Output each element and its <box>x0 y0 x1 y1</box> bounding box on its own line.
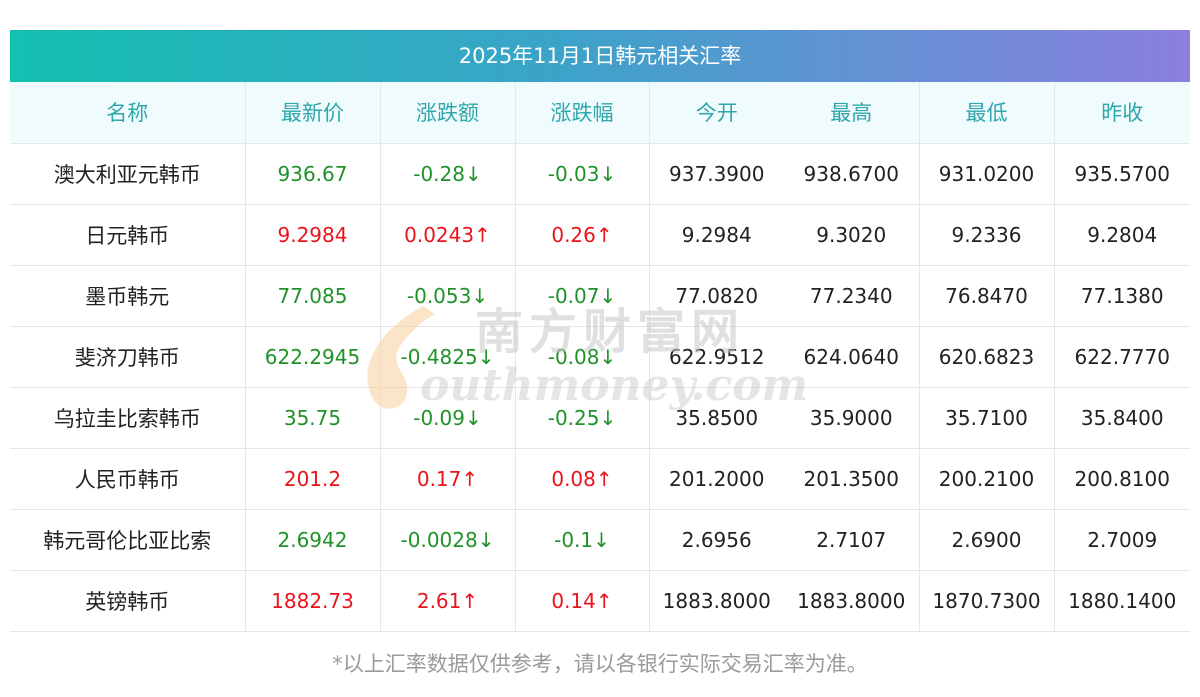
change-percent: 0.26↑ <box>515 204 650 266</box>
change-percent: -0.07↓ <box>515 265 650 327</box>
open-price: 201.2000 <box>649 448 784 510</box>
high-price: 35.9000 <box>784 387 920 449</box>
high-price: 77.2340 <box>784 265 920 327</box>
open-price: 1883.8000 <box>649 570 784 632</box>
currency-name: 人民币韩币 <box>10 448 246 510</box>
currency-name: 日元韩币 <box>10 204 246 266</box>
prev-close: 200.8100 <box>1054 448 1190 510</box>
currency-name: 乌拉圭比索韩币 <box>10 387 246 449</box>
prev-close: 35.8400 <box>1054 387 1190 449</box>
change-percent: -0.1↓ <box>515 509 650 571</box>
change-amount: -0.28↓ <box>380 143 516 205</box>
currency-name: 墨币韩元 <box>10 265 246 327</box>
high-price: 938.6700 <box>784 143 920 205</box>
change-amount: -0.4825↓ <box>380 326 516 388</box>
table-row: 日元韩币 9.2984 0.0243↑ 0.26↑ 9.2984 9.3020 9.2336… <box>10 204 1190 266</box>
prev-close: 77.1380 <box>1054 265 1190 327</box>
currency-name: 韩元哥伦比亚比索 <box>10 509 246 571</box>
table-body: 澳大利亚元韩币 936.67 -0.28↓ -0.03↓ 937.3900 938.670… <box>10 143 1190 632</box>
change-amount: -0.0028↓ <box>380 509 516 571</box>
low-price: 76.8470 <box>919 265 1055 327</box>
disclaimer-note: *以上汇率数据仅供参考，请以各银行实际交易汇率为准。 <box>332 652 868 676</box>
change-amount: -0.053↓ <box>380 265 516 327</box>
currency-name: 澳大利亚元韩币 <box>10 143 246 205</box>
change-amount: 0.0243↑ <box>380 204 516 266</box>
change-amount: 2.61↑ <box>380 570 516 632</box>
header-name: 名称 <box>10 82 246 144</box>
exchange-rate-table: 名称 最新价 涨跌额 涨跌幅 今开 最高 最低 昨收 澳大利亚元韩币 936.67… <box>10 82 1190 632</box>
change-percent: 0.08↑ <box>515 448 650 510</box>
table-row: 斐济刀韩币 622.2945 -0.4825↓ -0.08↓ 622.9512 624.0… <box>10 326 1190 388</box>
header-open: 今开 <box>649 82 784 144</box>
header-latest: 最新价 <box>245 82 381 144</box>
page-title: 2025年11月1日韩元相关汇率 <box>10 30 1190 82</box>
header-low: 最低 <box>919 82 1055 144</box>
prev-close: 9.2804 <box>1054 204 1190 266</box>
low-price: 2.6900 <box>919 509 1055 571</box>
table-row: 乌拉圭比索韩币 35.75 -0.09↓ -0.25↓ 35.8500 35.9000 35… <box>10 387 1190 449</box>
prev-close: 2.7009 <box>1054 509 1190 571</box>
low-price: 1870.7300 <box>919 570 1055 632</box>
table-row: 澳大利亚元韩币 936.67 -0.28↓ -0.03↓ 937.3900 938.670… <box>10 143 1190 205</box>
latest-price: 622.2945 <box>245 326 381 388</box>
low-price: 931.0200 <box>919 143 1055 205</box>
table-row: 英镑韩币 1882.73 2.61↑ 0.14↑ 1883.8000 1883.8000 1… <box>10 570 1190 632</box>
high-price: 2.7107 <box>784 509 920 571</box>
open-price: 35.8500 <box>649 387 784 449</box>
header-change: 涨跌额 <box>380 82 516 144</box>
header-prev-close: 昨收 <box>1054 82 1190 144</box>
latest-price: 1882.73 <box>245 570 381 632</box>
change-percent: -0.25↓ <box>515 387 650 449</box>
header-change-pct: 涨跌幅 <box>515 82 650 144</box>
latest-price: 35.75 <box>245 387 381 449</box>
prev-close: 1880.1400 <box>1054 570 1190 632</box>
latest-price: 9.2984 <box>245 204 381 266</box>
change-percent: -0.08↓ <box>515 326 650 388</box>
low-price: 620.6823 <box>919 326 1055 388</box>
change-percent: 0.14↑ <box>515 570 650 632</box>
low-price: 200.2100 <box>919 448 1055 510</box>
open-price: 937.3900 <box>649 143 784 205</box>
open-price: 622.9512 <box>649 326 784 388</box>
currency-name: 斐济刀韩币 <box>10 326 246 388</box>
latest-price: 201.2 <box>245 448 381 510</box>
table-row: 墨币韩元 77.085 -0.053↓ -0.07↓ 77.0820 77.2340 76.… <box>10 265 1190 327</box>
change-amount: 0.17↑ <box>380 448 516 510</box>
latest-price: 77.085 <box>245 265 381 327</box>
low-price: 35.7100 <box>919 387 1055 449</box>
high-price: 624.0640 <box>784 326 920 388</box>
open-price: 2.6956 <box>649 509 784 571</box>
table-row: 人民币韩币 201.2 0.17↑ 0.08↑ 201.2000 201.3500 200.… <box>10 448 1190 510</box>
latest-price: 2.6942 <box>245 509 381 571</box>
table-header-row: 名称 最新价 涨跌额 涨跌幅 今开 最高 最低 昨收 <box>10 82 1190 144</box>
table-row: 韩元哥伦比亚比索 2.6942 -0.0028↓ -0.1↓ 2.6956 2.7107 2… <box>10 509 1190 571</box>
low-price: 9.2336 <box>919 204 1055 266</box>
page: 2025年11月1日韩元相关汇率 名称 最新价 涨跌额 涨跌幅 今开 最高 最低… <box>0 0 1200 697</box>
prev-close: 935.5700 <box>1054 143 1190 205</box>
high-price: 201.3500 <box>784 448 920 510</box>
currency-name: 英镑韩币 <box>10 570 246 632</box>
high-price: 1883.8000 <box>784 570 920 632</box>
change-amount: -0.09↓ <box>380 387 516 449</box>
latest-price: 936.67 <box>245 143 381 205</box>
header-high: 最高 <box>784 82 920 144</box>
prev-close: 622.7770 <box>1054 326 1190 388</box>
open-price: 9.2984 <box>649 204 784 266</box>
change-percent: -0.03↓ <box>515 143 650 205</box>
high-price: 9.3020 <box>784 204 920 266</box>
open-price: 77.0820 <box>649 265 784 327</box>
